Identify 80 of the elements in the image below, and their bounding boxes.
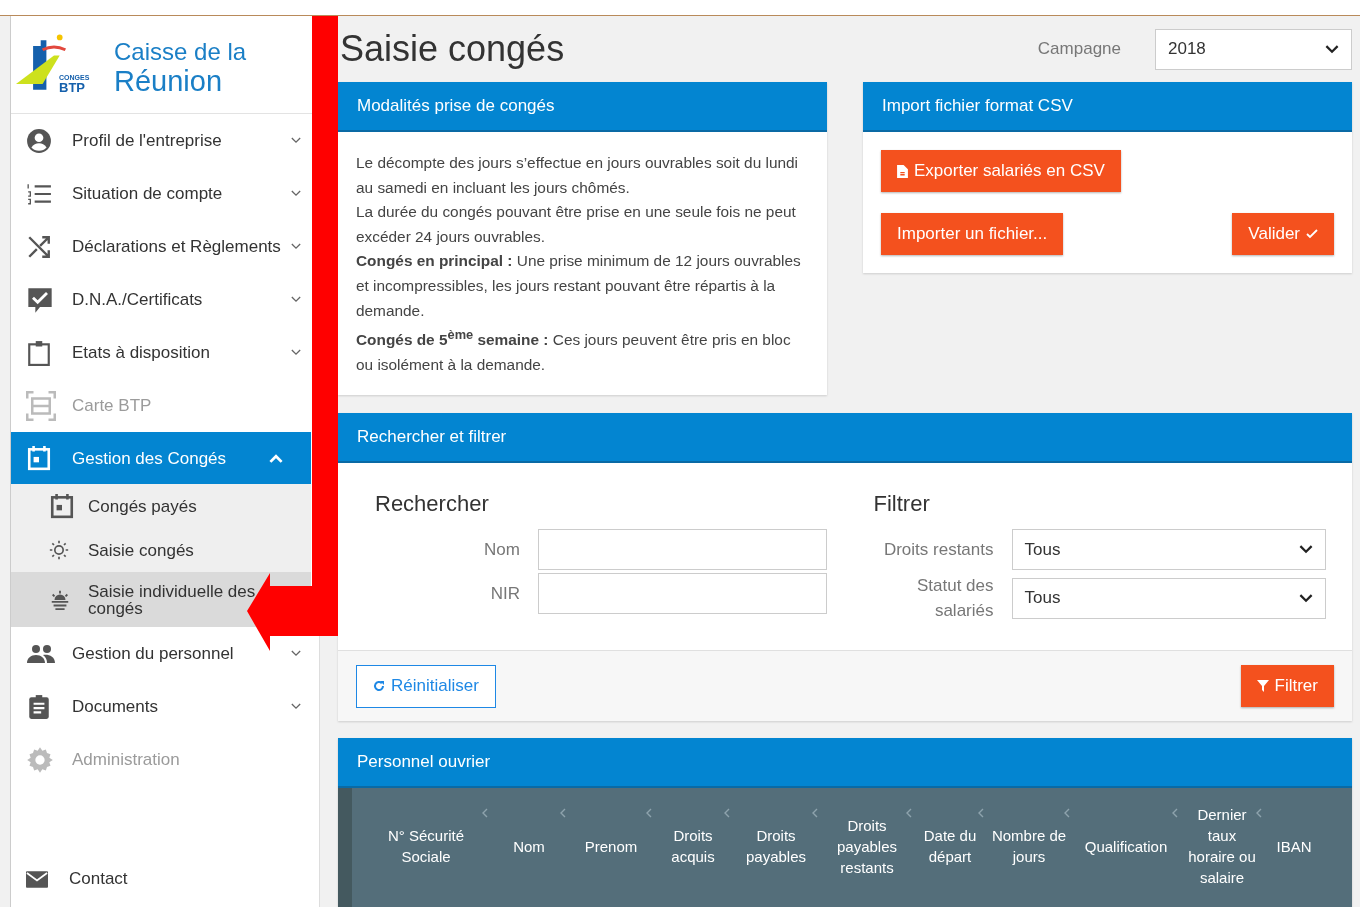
column-header[interactable]: IBAN [1276,835,1312,857]
card-header: Personnel ouvrier [338,738,1352,789]
card-header: Modalités prise de congés [338,82,827,132]
reset-button[interactable]: Réinitialiser [356,664,496,708]
campaign-select[interactable]: 2018 [1155,28,1352,70]
column-header[interactable]: Droits payables [735,825,817,868]
chevron-left-icon [482,808,488,819]
envelope-icon [26,870,48,888]
page-title: Saisie congés [340,28,565,70]
sun-icon [49,540,69,560]
card-scan-icon [26,390,56,421]
sidebar-item[interactable]: Documents [11,680,311,733]
field-label: Nom [483,539,520,562]
refresh-icon [373,680,385,693]
file-icon [897,164,908,178]
checked-message-icon [26,285,54,314]
column-header[interactable]: Droits payables restants [823,814,911,878]
sidebar-item[interactable]: Situation de compte [11,167,311,220]
chevron-down-icon [1325,44,1339,54]
rules-paragraph: Congés de 5$^{ème}$ semaine : Ces jours peuvent être pris en bloc ou isolément à la demande. [356,326,792,375]
card-header: Import fichier format CSV [863,82,1352,132]
card-header: Rechercher et filtrer [338,413,1352,464]
check-icon [1306,229,1318,239]
field-label: Statut des salariés [915,575,994,623]
account-circle-icon [26,127,52,154]
chevron-down-icon [1298,593,1313,603]
sidebar-item[interactable]: D.N.A./Certificats [11,273,311,326]
import-file-button[interactable]: Importer un fichier... [881,213,1064,255]
sunset-icon [49,588,71,611]
chevron-left-icon [978,808,984,819]
rules-paragraph: Congés en principal : Une prise minimum de 12 jours ouvrables et incompressibles, les jours restant pouvant être répartis à la demande. [356,251,802,321]
field-label: Droits restants [882,539,994,562]
sidebar-subitem[interactable]: Congés payés [11,484,311,528]
settings-icon [26,745,54,774]
organization-name: Caisse de la [114,39,247,64]
calendar-icon [26,445,52,471]
calendar-icon [49,493,75,519]
chevron-down-icon [1298,545,1313,555]
export-csv-button[interactable]: Exporter salariés en CSV [881,150,1121,192]
chevron-left-icon [1064,808,1070,819]
sidebar-item[interactable]: Déclarations et Règlements [11,220,311,273]
rules-paragraph: La durée du congés pouvant être prise en une seule fois ne peut excéder 24 jours ouvrables. [356,202,797,247]
column-header[interactable]: Dernier taux horaire ou salaire [1183,804,1261,889]
filter-button[interactable]: Filtrer [1240,665,1334,708]
chevron-left-icon [724,808,730,819]
field-label: NIR [489,583,520,606]
column-header[interactable]: Date du départ [916,825,984,868]
chevron-left-icon [646,808,652,819]
chevron-left-icon [1256,808,1262,819]
chevron-left-icon [560,808,566,819]
clipboard-icon [26,339,52,366]
chevron-left-icon [812,808,818,819]
sidebar-item[interactable]: Gestion des Congés [11,432,311,484]
logo-brand: BTP [59,81,86,94]
sidebar-item[interactable]: Profil de l'entreprise [11,114,311,167]
chevron-left-icon [906,808,912,819]
filter-select[interactable]: Tous [1011,577,1326,619]
filter-select[interactable]: Tous [1011,529,1326,571]
sidebar-item[interactable]: Etats à disposition [11,326,311,379]
clipboard-document-icon [26,693,52,720]
column-header[interactable]: Nom [513,835,545,857]
text-input-field[interactable] [538,573,827,615]
column-header[interactable]: Droits acquis [657,825,729,868]
contact-link[interactable]: Contact [26,869,128,889]
organization-name: Réunion [114,66,224,96]
column-header[interactable]: Nombre de jours [989,825,1069,868]
chevron-left-icon [1172,808,1178,819]
rules-paragraph: Le décompte des jours s’effectue en jours ouvrables soit du lundi au samedi en incluant les jours chômés. [356,153,800,198]
section-heading: Rechercher [375,491,490,518]
section-heading: Filtrer [873,491,931,518]
validate-button[interactable]: Valider [1232,213,1334,255]
sidebar-subitem[interactable]: Saisie congés [11,528,311,572]
sidebar-item[interactable]: Gestion du personnel [11,627,311,680]
campaign-label: Campagne [1037,39,1121,59]
column-header[interactable]: N° Sécurité Sociale [367,825,485,868]
column-header[interactable]: Qualification [1084,835,1168,857]
shuffle-icon [26,233,52,260]
funnel-icon [1256,680,1269,693]
column-header[interactable]: Prenom [584,835,638,857]
text-input-field[interactable] [538,529,827,571]
